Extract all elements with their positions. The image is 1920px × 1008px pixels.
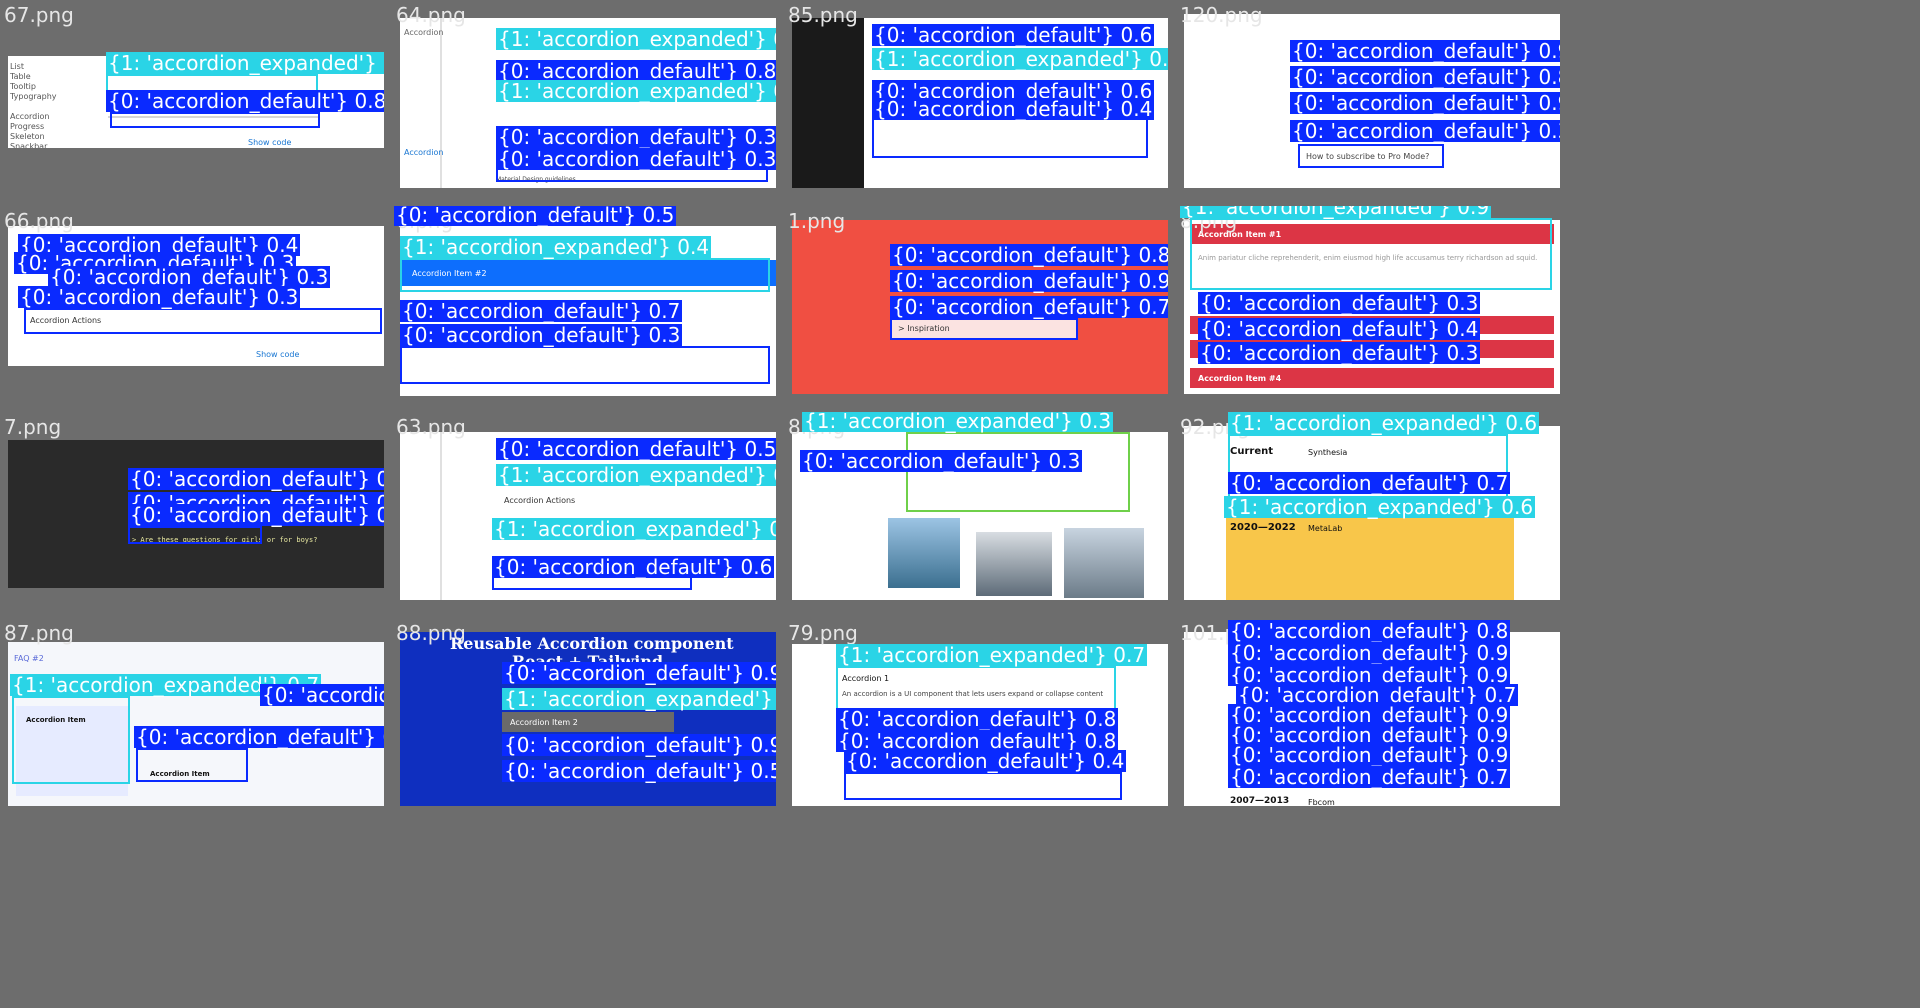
- file-name: 67.png: [4, 3, 74, 27]
- accordion-item-2-label[interactable]: Accordion Item 2: [510, 718, 578, 727]
- tile-7: > Are these questions for girls or for b…: [0, 412, 384, 611]
- accordion-actions-label[interactable]: Accordion Actions: [504, 496, 575, 505]
- show-code-link[interactable]: Show code: [248, 138, 291, 147]
- tile-67: List Table Tooltip Typography Accordion …: [0, 0, 384, 199]
- file-name: 64.png: [396, 3, 466, 27]
- tile-87: FAQ #2 Accordion Item Accordion Item 87.…: [0, 618, 384, 817]
- tile-1: > Inspiration 1.png {0: 'accordion_defau…: [784, 206, 1168, 405]
- file-name: 88.png: [396, 621, 466, 645]
- tile-66: Accordion Actions Show code 66.png {0: '…: [0, 206, 384, 405]
- tile-101: 2007—2013 Fbcom 101.png {0: 'accordion_d…: [1176, 618, 1560, 817]
- tile-64: Accordion Accordion Material Design guid…: [392, 0, 776, 199]
- tile-8b: 8.png {1: 'accordion_expanded'} 0.3 {0: …: [784, 412, 1168, 611]
- tile-8: Accordion Item #1 Anim pariatur cliche r…: [1176, 206, 1560, 405]
- tile-79: Accordion 1 An accordion is a UI compone…: [784, 618, 1168, 817]
- file-name: 1.png: [788, 209, 846, 233]
- tile-85: 85.png {0: 'accordion_default'} 0.6 {1: …: [784, 0, 1168, 199]
- accordion-item-4-label[interactable]: Accordion Item #4: [1198, 374, 1281, 383]
- file-name: 63.png: [396, 415, 466, 439]
- file-name: 7.png: [4, 415, 62, 439]
- file-name: 120.png: [1180, 3, 1263, 27]
- file-name: 66.png: [4, 209, 74, 233]
- tile-88: Reusable Accordion component React + Tai…: [392, 618, 776, 817]
- tile-92: Current Synthesia 2020—2022 MetaLab 92.p…: [1176, 412, 1560, 611]
- tile-6: Accordion Item #2 6.png {0: 'accordion_d…: [392, 206, 776, 405]
- file-name: 79.png: [788, 621, 858, 645]
- tile-63: Accordion Actions 63.png {0: 'accordion_…: [392, 412, 776, 611]
- tile-120: How to subscribe to Pro Mode? 120.png {0…: [1176, 0, 1560, 199]
- page-title: Reusable Accordion component: [450, 634, 734, 653]
- file-name: 85.png: [788, 3, 858, 27]
- show-code-link[interactable]: Show code: [256, 350, 299, 359]
- file-name: 87.png: [4, 621, 74, 645]
